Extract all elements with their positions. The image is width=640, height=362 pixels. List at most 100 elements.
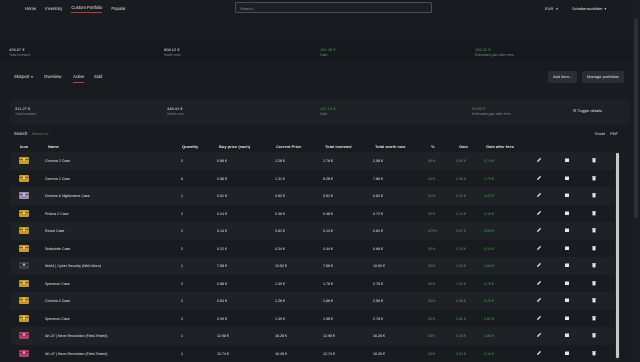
sell-icon[interactable] — [564, 157, 570, 163]
item-name: AK-47 | Neon Revolution (Field-Tested) — [45, 352, 107, 356]
col-total-worth[interactable]: Total worth now — [375, 144, 405, 149]
nav-home[interactable]: Home — [25, 4, 36, 13]
sell-icon[interactable] — [564, 280, 570, 286]
col-percent[interactable]: % — [431, 144, 435, 149]
sell-icon[interactable] — [564, 192, 570, 198]
col-buy-price[interactable]: Buy price (each) — [219, 144, 250, 149]
item-percent: 50% — [428, 212, 435, 216]
table-row: Snakebite Case20.22 €0.34 €0.44 €0.68 €5… — [10, 240, 614, 258]
stat-value: 181.45 € — [320, 47, 336, 52]
trash-icon[interactable] — [591, 210, 597, 216]
trash-icon[interactable] — [591, 332, 597, 338]
tab-active[interactable]: Active — [73, 74, 84, 83]
page-scrollbar-thumb[interactable] — [634, 18, 638, 218]
source-select[interactable]: Skinport ▼ — [14, 74, 34, 79]
trash-icon[interactable] — [591, 350, 597, 356]
item-icon — [18, 278, 30, 289]
edit-icon[interactable] — [536, 332, 542, 338]
item-gain: 3.54 € — [456, 352, 466, 356]
sell-icon[interactable] — [564, 227, 570, 233]
item-percent: 52% — [428, 299, 435, 303]
edit-icon[interactable] — [536, 315, 542, 321]
stat-label: Estimated gain after fees — [472, 112, 511, 116]
item-gain: 1.02 € — [456, 282, 466, 286]
sell-icon[interactable] — [564, 315, 570, 321]
col-quantity[interactable]: Quantity — [182, 144, 198, 149]
trash-icon[interactable] — [591, 227, 597, 233]
item-gain-after-fees: 2.10 € — [484, 352, 494, 356]
trash-icon[interactable] — [591, 315, 597, 321]
currency-label: EUR — [545, 6, 553, 11]
sell-icon[interactable] — [564, 175, 570, 181]
item-current-price: 1.31 € — [275, 177, 285, 181]
item-percent: 49% — [428, 177, 435, 181]
nav-popular[interactable]: Popular — [111, 4, 125, 13]
item-quantity: 1 — [181, 264, 183, 268]
item-total-invested: 1.68 € — [323, 299, 333, 303]
portfolio-tabs: Skinport ▼ Overview Active Sold — [0, 70, 640, 86]
table-scrollbar-thumb[interactable] — [616, 153, 619, 358]
edit-icon[interactable] — [536, 192, 542, 198]
col-total-invested[interactable]: Total invested — [325, 144, 352, 149]
col-name[interactable]: Name — [48, 144, 59, 149]
currency-select[interactable]: EUR▼ — [545, 6, 558, 11]
page-scrollbar[interactable] — [632, 0, 640, 360]
item-total-invested: 1.76 € — [323, 159, 333, 163]
edit-icon[interactable] — [536, 157, 542, 163]
table-row: Spectrum Case20.88 €1.39 €1.76 €2.78 €58… — [10, 275, 614, 293]
trash-icon[interactable] — [591, 280, 597, 286]
edit-icon[interactable] — [536, 245, 542, 251]
sell-icon[interactable] — [564, 332, 570, 338]
export-pdf-button[interactable]: PDF — [610, 131, 618, 136]
table-row: Gamma 2 Case60.88 €1.31 €5.28 €7.86 €49%… — [10, 170, 614, 188]
nav-inventory[interactable]: Inventory — [45, 4, 62, 13]
nav-custom-portfolio[interactable]: Custom Portfolio — [71, 3, 102, 13]
edit-icon[interactable] — [536, 297, 542, 303]
sell-icon[interactable] — [564, 297, 570, 303]
edit-icon[interactable] — [536, 210, 542, 216]
edit-icon[interactable] — [536, 262, 542, 268]
col-gain-after-fees[interactable]: Gain after fees — [486, 144, 514, 149]
item-gain-after-fees: 0.18 € — [484, 212, 494, 216]
sell-icon[interactable] — [564, 210, 570, 216]
table-search-input[interactable] — [31, 131, 91, 136]
sell-icon[interactable] — [564, 350, 570, 356]
trash-icon[interactable] — [591, 245, 597, 251]
edit-icon[interactable] — [536, 280, 542, 286]
trash-icon[interactable] — [591, 192, 597, 198]
export-excel-button[interactable]: Excel — [595, 131, 605, 136]
item-gain-after-fees: 0.15 € — [484, 247, 494, 251]
edit-icon[interactable] — [536, 227, 542, 233]
table-scrollbar[interactable] — [615, 152, 620, 360]
global-search-input[interactable]: Search... — [235, 2, 432, 13]
item-buy-price: 0.88 € — [217, 159, 227, 163]
item-icon — [18, 173, 30, 184]
tab-sold[interactable]: Sold — [94, 74, 102, 82]
trash-icon[interactable] — [591, 262, 597, 268]
sell-icon[interactable] — [564, 262, 570, 268]
item-name: AK-47 | Neon Revolution (Field-Tested) — [45, 334, 107, 338]
edit-icon[interactable] — [536, 350, 542, 356]
item-gain: 0.31 € — [456, 194, 466, 198]
table-row: Prisma 2 Case20.24 €0.36 €0.48 €0.72 €50… — [10, 205, 614, 223]
item-percent: 25% — [428, 334, 435, 338]
tab-overview[interactable]: Overview — [44, 74, 61, 82]
edit-icon[interactable] — [536, 175, 542, 181]
manage-portfolios-button[interactable]: Manage portfolios — [582, 71, 624, 83]
trash-icon[interactable] — [591, 175, 597, 181]
toggle-details-button[interactable]: ☰ Toggle details — [573, 108, 602, 113]
trash-icon[interactable] — [591, 157, 597, 163]
sell-icon[interactable] — [564, 245, 570, 251]
col-gain[interactable]: Gain — [459, 144, 468, 149]
item-total-worth: 0.82 € — [373, 194, 383, 198]
col-icon[interactable]: Icon — [20, 144, 28, 149]
stat-value: 155.20 € — [475, 47, 514, 52]
col-current-price[interactable]: Current Price — [276, 144, 301, 149]
item-gain-after-fees: 0.76 € — [484, 299, 494, 303]
chevron-down-icon: ▼ — [31, 75, 34, 79]
item-gain-after-fees: 0.59 € — [484, 229, 494, 233]
item-gain-after-fees: 0.78 € — [484, 282, 494, 286]
user-menu[interactable]: Schaltenschlötter ▼ — [572, 6, 607, 11]
add-item-button[interactable]: Add item... — [548, 71, 577, 83]
trash-icon[interactable] — [591, 297, 597, 303]
